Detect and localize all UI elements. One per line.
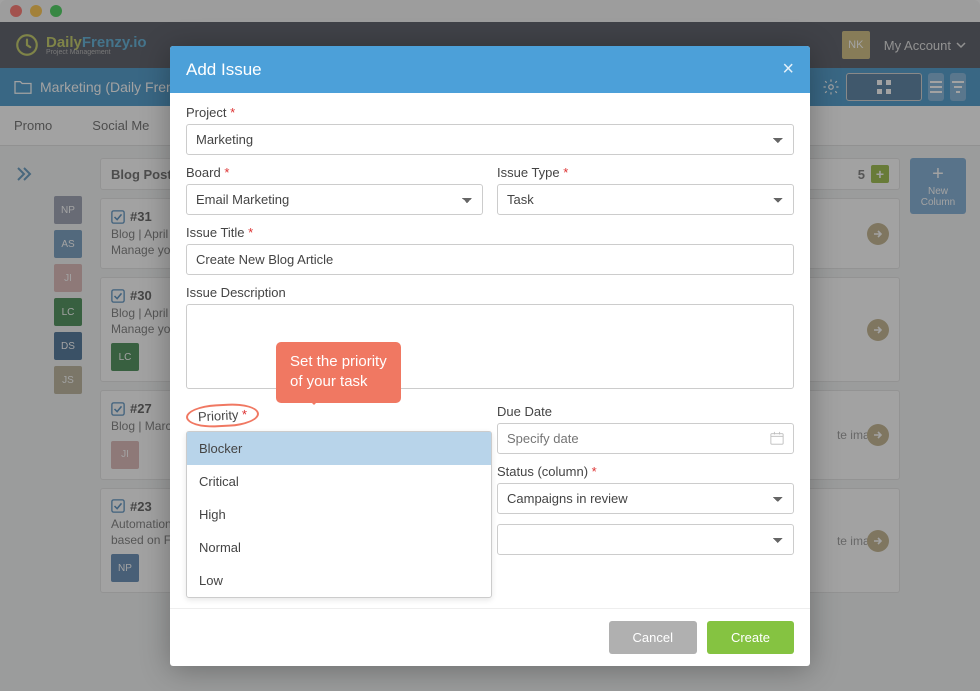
issue-type-label: Issue Type * (497, 165, 794, 180)
close-button[interactable]: × (782, 58, 794, 81)
project-label: Project * (186, 105, 794, 120)
project-select[interactable]: Marketing (186, 124, 794, 155)
priority-option-high[interactable]: High (187, 498, 491, 531)
status-label: Status (column) * (497, 464, 794, 479)
due-date-label: Due Date (497, 404, 794, 419)
issue-description-label: Issue Description (186, 285, 794, 300)
priority-dropdown[interactable]: BlockerCriticalHighNormalLow (186, 431, 492, 598)
issue-title-input[interactable] (186, 244, 794, 275)
board-select[interactable]: Email Marketing (186, 184, 483, 215)
board-label: Board * (186, 165, 483, 180)
calendar-icon (770, 431, 784, 445)
priority-label: Priority * (186, 404, 483, 427)
modal-footer: Cancel Create (170, 608, 810, 666)
modal-overlay[interactable]: Add Issue × Project * Marketing Board * … (0, 0, 980, 691)
priority-option-normal[interactable]: Normal (187, 531, 491, 564)
extra-select[interactable]: . (497, 524, 794, 555)
create-button[interactable]: Create (707, 621, 794, 654)
issue-type-select[interactable]: Task (497, 184, 794, 215)
due-date-input[interactable] (497, 423, 794, 454)
issue-title-label: Issue Title * (186, 225, 794, 240)
tooltip-bubble: Set the priority of your task (276, 342, 401, 403)
priority-option-blocker[interactable]: Blocker (187, 432, 491, 465)
modal-header: Add Issue × (170, 46, 810, 93)
cancel-button[interactable]: Cancel (609, 621, 697, 654)
modal-title: Add Issue (186, 60, 262, 80)
status-select[interactable]: Campaigns in review (497, 483, 794, 514)
priority-option-low[interactable]: Low (187, 564, 491, 597)
add-issue-modal: Add Issue × Project * Marketing Board * … (170, 46, 810, 666)
priority-option-critical[interactable]: Critical (187, 465, 491, 498)
